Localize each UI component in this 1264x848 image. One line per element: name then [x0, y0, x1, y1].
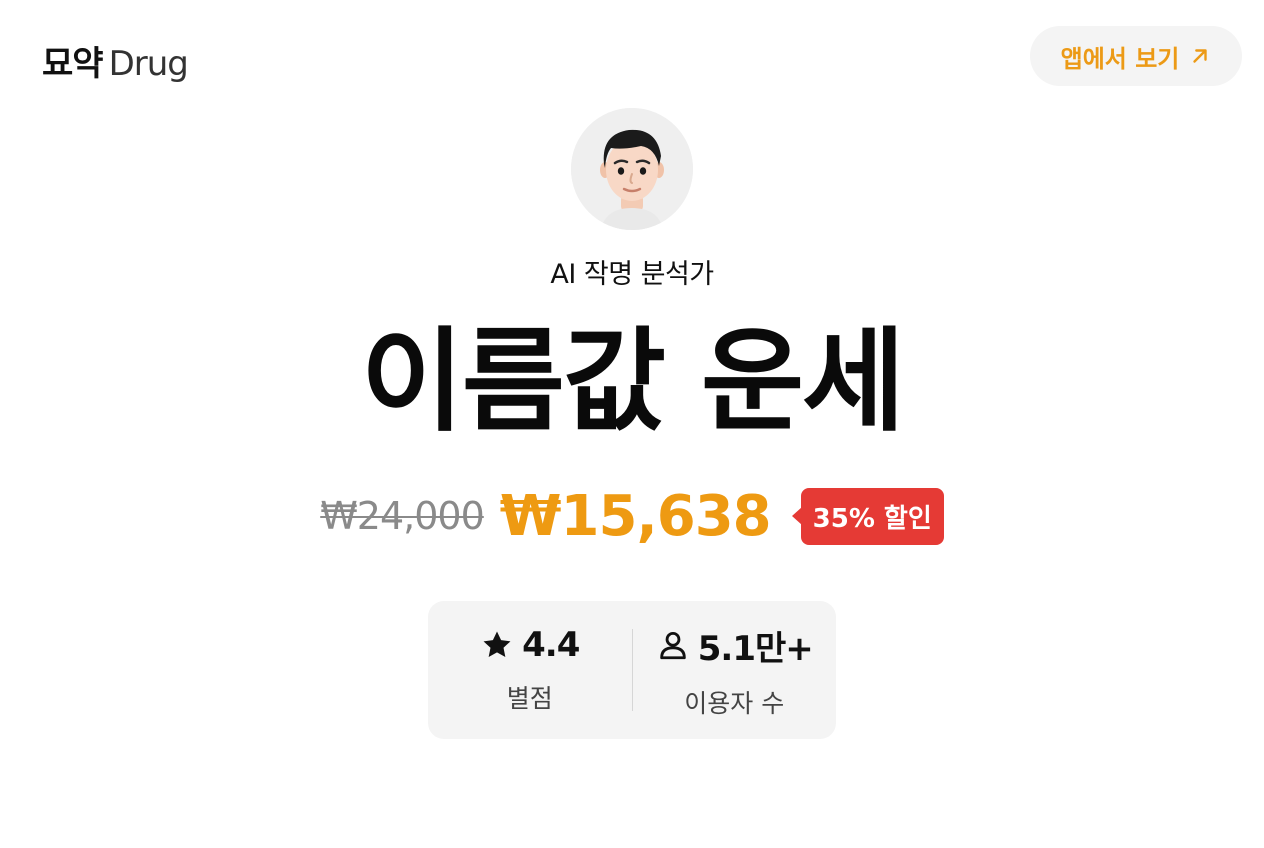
rating-stat-top: 4.4 [480, 625, 580, 665]
users-value: 5.1만+ [697, 628, 814, 669]
page: 묘약 Drug 앱에서 보기 AI 작명 분석가 이름값 운세 ₩24,000 … [0, 0, 1264, 848]
rating-label: 별점 [506, 684, 553, 713]
rating-value: 4.4 [522, 625, 580, 665]
logo-english: Drug [108, 44, 189, 84]
users-stat: 5.1만+ 이용자 수 [633, 621, 837, 720]
page-title: 이름값 운세 [360, 317, 905, 447]
users-stat-top: 5.1만+ [656, 621, 814, 670]
original-price: ₩24,000 [320, 494, 485, 538]
analyst-subtitle: AI 작명 분석가 [550, 259, 714, 290]
discount-badge: 35% 할인 [800, 487, 944, 545]
avatar-memoji-icon [571, 108, 693, 230]
users-label: 이용자 수 [684, 688, 785, 718]
open-in-app-button[interactable]: 앱에서 보기 [1030, 26, 1242, 86]
person-icon [660, 631, 686, 660]
avatar [571, 108, 693, 230]
logo-korean: 묘약 [42, 44, 104, 84]
brand-logo[interactable]: 묘약 Drug [42, 36, 189, 85]
star-icon [483, 631, 511, 658]
stats-card: 4.4 별점 5.1만+ 이용자 수 [428, 601, 836, 739]
arrow-up-right-icon [1193, 49, 1208, 63]
sale-price: ₩15,638 [499, 483, 772, 549]
open-in-app-label: 앱에서 보기 [1060, 44, 1180, 73]
price-row: ₩24,000 ₩15,638 35% 할인 [0, 483, 1264, 549]
rating-stat: 4.4 별점 [428, 625, 632, 715]
